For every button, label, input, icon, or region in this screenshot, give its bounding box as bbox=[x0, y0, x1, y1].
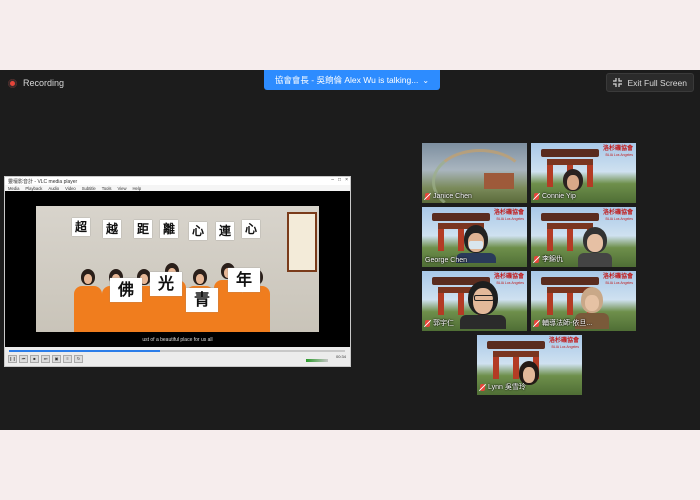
muted-mic-icon bbox=[425, 193, 430, 200]
menu-video[interactable]: Video bbox=[65, 186, 76, 191]
participant-video bbox=[456, 225, 496, 263]
participant-name: Janice Chen bbox=[433, 193, 472, 200]
menu-help[interactable]: Help bbox=[133, 186, 142, 191]
sign-character: 心 bbox=[189, 222, 207, 240]
blia-logo: 洛杉磯協會 BLIA Los Angeles bbox=[493, 210, 524, 221]
menu-view[interactable]: View bbox=[118, 186, 127, 191]
pause-button[interactable]: ❙❙ bbox=[8, 355, 17, 363]
muted-mic-icon bbox=[534, 193, 539, 200]
participant-video bbox=[563, 169, 583, 191]
next-button[interactable]: ⏭ bbox=[41, 355, 50, 363]
participant-video bbox=[578, 227, 612, 267]
blia-logo: 洛杉磯協會 BLIA Los Angeles bbox=[602, 274, 633, 285]
video-area[interactable]: 超 越 距 離 心 連 心 佛 光 青 年 ust of a beautiful… bbox=[5, 191, 350, 347]
menu-media[interactable]: Media bbox=[8, 186, 19, 191]
participant-name: Lynn 吳雪玲 bbox=[488, 384, 526, 391]
blia-logo: 洛杉磯協會 BLIA Los Angeles bbox=[602, 146, 633, 157]
playback-time: 00:34 bbox=[335, 354, 346, 359]
menu-playback[interactable]: Playback bbox=[25, 186, 42, 191]
sign-character: 心 bbox=[242, 220, 260, 238]
participant-name-tag: 輔導法師-依旦... bbox=[534, 318, 592, 328]
previous-button[interactable]: ⏮ bbox=[19, 355, 28, 363]
participant-name: 輔導法師-依旦... bbox=[542, 320, 593, 327]
participant-name: 李錦仇 bbox=[542, 256, 563, 263]
participant-tile-janice-chen[interactable]: Janice Chen bbox=[422, 143, 527, 203]
volume-slider[interactable] bbox=[306, 359, 328, 362]
sign-character: 連 bbox=[216, 222, 234, 240]
participant-tile-li-jinqiu[interactable]: 洛杉磯協會 BLIA Los Angeles 李錦仇 bbox=[531, 207, 636, 267]
menu-tools[interactable]: Tools bbox=[102, 186, 112, 191]
person bbox=[74, 269, 102, 332]
player-title: 靈壇影音計 - VLC media player bbox=[8, 178, 78, 185]
muted-mic-icon bbox=[534, 255, 539, 263]
participant-tile-lynn[interactable]: 洛杉磯協會 BLIA Los Angeles Lynn 吳雪玲 bbox=[477, 335, 582, 395]
sign-character-large: 光 bbox=[150, 272, 182, 296]
menu-audio[interactable]: Audio bbox=[48, 186, 59, 191]
seek-bar-progress bbox=[9, 350, 161, 352]
participant-name-tag: Connie Yip bbox=[534, 193, 576, 200]
participant-name: Connie Yip bbox=[542, 193, 576, 200]
shared-screen-media-player[interactable]: 靈壇影音計 - VLC media player – □ × Media Pla… bbox=[4, 176, 351, 367]
exit-full-screen-button[interactable]: Exit Full Screen bbox=[606, 73, 694, 92]
participant-video bbox=[460, 281, 506, 329]
blia-logo: 洛杉磯協會 BLIA Los Angeles bbox=[548, 338, 579, 349]
wall-scroll-art bbox=[287, 212, 317, 272]
exit-full-screen-label: Exit Full Screen bbox=[627, 77, 687, 88]
sign-character: 距 bbox=[134, 220, 152, 238]
sign-character-large: 青 bbox=[186, 288, 218, 312]
player-controls: ❙❙ ⏮ ■ ⏭ ▣ ≡ ↻ 00:34 bbox=[5, 347, 350, 366]
sign-character: 越 bbox=[103, 220, 121, 238]
chevron-down-icon: ⌄ bbox=[422, 75, 430, 85]
participant-name-tag: Lynn 吳雪玲 bbox=[480, 382, 526, 392]
building-background bbox=[484, 173, 514, 189]
sign-character-large: 佛 bbox=[110, 278, 142, 302]
sign-character: 超 bbox=[72, 218, 90, 236]
video-frame: 超 越 距 離 心 連 心 佛 光 青 年 bbox=[36, 206, 319, 332]
participant-tile-guo-yuren[interactable]: 洛杉磯協會 BLIA Los Angeles 郭宇仁 bbox=[422, 271, 527, 331]
participant-name: 郭宇仁 bbox=[433, 320, 454, 327]
participant-name: George Chen bbox=[425, 257, 468, 264]
video-subtitle: ust of a beautiful place for us all bbox=[142, 337, 213, 343]
zoom-meeting-window: Recording 協會會長 - 吳餉倫 Alex Wu is talking.… bbox=[0, 70, 700, 430]
fullscreen-button[interactable]: ▣ bbox=[52, 355, 61, 363]
muted-mic-icon bbox=[425, 319, 430, 327]
participant-tile-monastic-advisor[interactable]: 洛杉磯協會 BLIA Los Angeles 輔導法師-依旦... bbox=[531, 271, 636, 331]
menu-subtitle[interactable]: Subtitle bbox=[82, 186, 96, 191]
participant-name-tag: George Chen bbox=[425, 257, 467, 264]
sign-character-large: 年 bbox=[228, 268, 260, 292]
player-title-bar: 靈壇影音計 - VLC media player – □ × bbox=[5, 177, 350, 185]
exit-full-screen-icon bbox=[613, 78, 623, 87]
participant-tile-connie-yip[interactable]: 洛杉磯協會 BLIA Los Angeles Connie Yip bbox=[531, 143, 636, 203]
recording-label: Recording bbox=[23, 78, 65, 88]
minimize-icon[interactable]: – bbox=[331, 177, 334, 183]
maximize-icon[interactable]: □ bbox=[338, 177, 341, 183]
participant-tile-george-chen[interactable]: 洛杉磯協會 BLIA Los Angeles George Chen bbox=[422, 207, 527, 267]
seek-bar[interactable] bbox=[9, 350, 345, 352]
blia-logo: 洛杉磯協會 BLIA Los Angeles bbox=[602, 210, 633, 221]
loop-button[interactable]: ↻ bbox=[74, 355, 83, 363]
close-icon[interactable]: × bbox=[345, 177, 348, 183]
sign-character: 離 bbox=[160, 220, 178, 238]
active-speaker-banner[interactable]: 協會會長 - 吳餉倫 Alex Wu is talking... ⌄ bbox=[264, 70, 440, 90]
participant-name-tag: 郭宇仁 bbox=[425, 318, 454, 328]
participant-name-tag: Janice Chen bbox=[425, 193, 472, 200]
stop-button[interactable]: ■ bbox=[30, 355, 39, 363]
muted-mic-icon bbox=[534, 319, 539, 327]
playlist-button[interactable]: ≡ bbox=[63, 355, 72, 363]
active-speaker-text: 協會會長 - 吳餉倫 Alex Wu is talking... bbox=[274, 75, 419, 85]
recording-indicator[interactable]: Recording bbox=[8, 78, 64, 88]
recording-icon bbox=[8, 78, 17, 88]
muted-mic-icon bbox=[480, 383, 485, 391]
participant-name-tag: 李錦仇 bbox=[534, 254, 563, 264]
